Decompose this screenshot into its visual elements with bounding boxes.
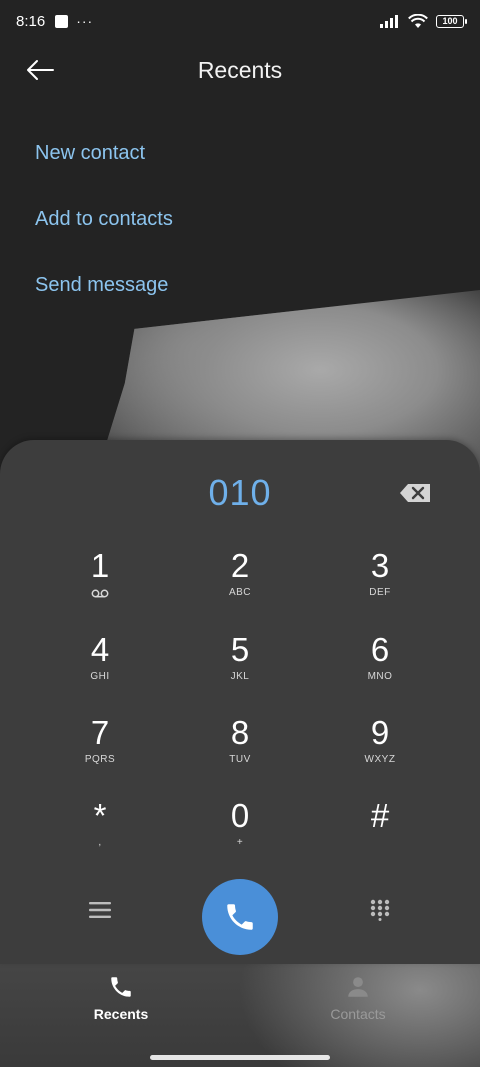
key-digit: # <box>370 797 390 834</box>
key-0[interactable]: 0 + <box>185 794 295 874</box>
key-2[interactable]: 2 ABC <box>185 544 295 624</box>
key-letters: JKL <box>230 671 250 682</box>
key-letters: GHI <box>90 671 110 682</box>
action-list: New contact Add to contacts Send message <box>35 138 173 336</box>
send-message-link[interactable]: Send message <box>35 270 173 336</box>
header: Recents <box>0 48 480 92</box>
key-7[interactable]: 7 PQRS <box>45 711 155 791</box>
notification-icon <box>55 14 69 28</box>
backspace-button[interactable] <box>398 482 432 504</box>
tab-label: Recents <box>93 1006 149 1022</box>
battery-icon: 100 <box>436 14 467 28</box>
key-digit: 0 <box>230 797 250 834</box>
key-star[interactable]: * , <box>45 794 155 874</box>
key-digit: 9 <box>370 714 390 751</box>
key-1[interactable]: 1 <box>45 544 155 624</box>
key-digit: 6 <box>370 631 390 668</box>
key-digit: 2 <box>230 547 250 584</box>
phone-icon <box>227 904 253 930</box>
arrow-left-icon <box>27 60 54 80</box>
menu-icon <box>89 902 111 918</box>
key-letters: , <box>98 837 102 848</box>
key-digit: 1 <box>90 547 110 584</box>
person-icon <box>348 977 368 997</box>
tab-label: Contacts <box>330 1006 386 1022</box>
new-contact-link[interactable]: New contact <box>35 138 173 204</box>
status-time: 8:16 <box>16 12 46 30</box>
key-5[interactable]: 5 JKL <box>185 628 295 708</box>
key-letters: WXYZ <box>364 754 396 765</box>
key-8[interactable]: 8 TUV <box>185 711 295 791</box>
dialpad-icon <box>370 899 390 921</box>
key-digit: 3 <box>370 547 390 584</box>
key-letters: + <box>236 837 244 848</box>
menu-button[interactable] <box>84 894 116 926</box>
call-button[interactable] <box>202 879 278 955</box>
more-notifications-icon: ··· <box>76 13 94 29</box>
key-digit: 7 <box>90 714 110 751</box>
key-9[interactable]: 9 WXYZ <box>325 711 435 791</box>
keypad-toggle-button[interactable] <box>364 894 396 926</box>
bottom-nav: Recents Contacts <box>0 964 480 1067</box>
key-letters: PQRS <box>84 754 116 765</box>
key-digit: * <box>93 797 107 834</box>
key-letters: TUV <box>229 754 251 765</box>
tab-contacts[interactable]: Contacts <box>298 974 418 1034</box>
status-bar: 8:16 ··· 100 <box>0 0 480 42</box>
dialpad-controls <box>0 876 480 956</box>
battery-level: 100 <box>442 16 458 26</box>
tab-recents[interactable]: Recents <box>61 974 181 1034</box>
key-6[interactable]: 6 MNO <box>325 628 435 708</box>
voicemail-icon <box>91 587 109 599</box>
key-3[interactable]: 3 DEF <box>325 544 435 624</box>
key-4[interactable]: 4 GHI <box>45 628 155 708</box>
home-indicator[interactable] <box>150 1055 330 1060</box>
phone-icon <box>111 977 131 997</box>
add-to-contacts-link[interactable]: Add to contacts <box>35 204 173 270</box>
key-digit: 8 <box>230 714 250 751</box>
key-digit: 4 <box>90 631 110 668</box>
page-title: Recents <box>197 56 283 83</box>
key-letters: ABC <box>228 587 252 598</box>
key-letters: MNO <box>367 671 393 682</box>
signal-icon <box>380 14 398 28</box>
key-letters: DEF <box>369 587 391 598</box>
key-digit: 5 <box>230 631 250 668</box>
backspace-icon <box>400 484 430 502</box>
dialpad: 010 1 2 ABC 3 DEF 4 GHI 5 JKL 6 MNO 7 PQ… <box>0 440 480 964</box>
back-button[interactable] <box>20 50 60 90</box>
key-hash[interactable]: # <box>325 794 435 874</box>
wifi-icon <box>408 13 428 28</box>
